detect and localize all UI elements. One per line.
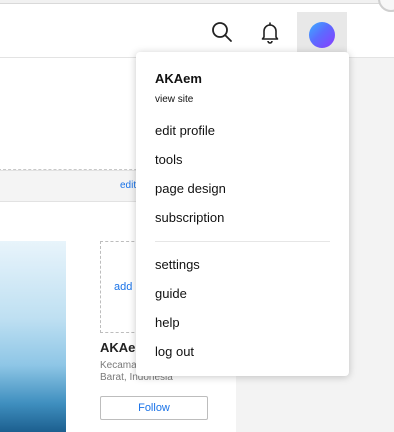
menu-item-log-out[interactable]: log out — [155, 344, 194, 359]
menu-divider — [155, 241, 330, 242]
browser-profile-icon[interactable] — [378, 0, 394, 12]
menu-item-tools[interactable]: tools — [155, 152, 182, 167]
account-dropdown: AKAem view site edit profile tools page … — [136, 52, 349, 376]
menu-item-edit-profile[interactable]: edit profile — [155, 123, 215, 138]
bell-icon — [261, 22, 279, 44]
menu-item-guide[interactable]: guide — [155, 286, 187, 301]
avatar — [309, 22, 335, 48]
add-link[interactable]: add — [114, 281, 132, 293]
ocean-image — [0, 241, 66, 432]
follow-button[interactable]: Follow — [100, 396, 208, 420]
browser-edge — [0, 0, 394, 4]
menu-item-settings[interactable]: settings — [155, 257, 200, 272]
menu-item-subscription[interactable]: subscription — [155, 210, 224, 225]
search-icon — [212, 22, 232, 42]
view-site-link[interactable]: view site — [155, 94, 193, 105]
menu-username: AKAem — [155, 71, 202, 86]
menu-item-page-design[interactable]: page design — [155, 181, 226, 196]
menu-item-help[interactable]: help — [155, 315, 180, 330]
notifications-button[interactable] — [252, 14, 288, 50]
top-bar — [0, 0, 394, 58]
search-button[interactable] — [204, 14, 240, 50]
